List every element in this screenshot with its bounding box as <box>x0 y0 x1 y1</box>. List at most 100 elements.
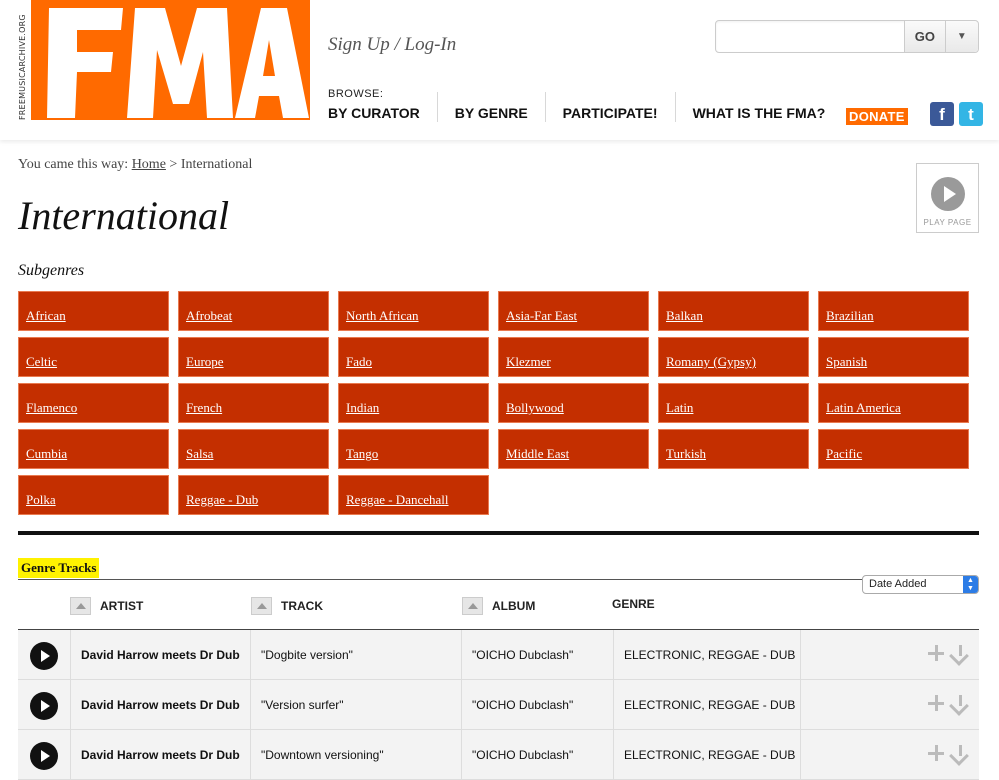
nav-by-curator[interactable]: BY CURATOR <box>328 92 438 122</box>
play-track-icon[interactable] <box>30 742 58 770</box>
subgenre-tile[interactable]: Klezmer <box>498 337 649 377</box>
play-page-button[interactable]: PLAY PAGE <box>916 163 979 233</box>
subgenre-link[interactable]: Bollywood <box>506 400 564 416</box>
subgenre-tile[interactable]: Latin America <box>818 383 969 423</box>
chevron-down-icon: ▼ <box>956 31 967 42</box>
subgenre-link[interactable]: Flamenco <box>26 400 77 416</box>
download-icon[interactable] <box>951 694 969 712</box>
subgenre-tile[interactable]: Afrobeat <box>178 291 329 331</box>
subgenre-tile[interactable]: Polka <box>18 475 169 515</box>
track-genre[interactable]: ELECTRONIC, REGGAE - DUB <box>613 630 800 680</box>
subgenre-tile[interactable]: Indian <box>338 383 489 423</box>
select-arrows-icon: ▲ ▼ <box>963 576 978 593</box>
subgenre-tile[interactable]: Turkish <box>658 429 809 469</box>
track-artist[interactable]: David Harrow meets Dr Dub <box>70 630 250 680</box>
subgenre-link[interactable]: Romany (Gypsy) <box>666 354 756 370</box>
subgenre-tile[interactable]: Latin <box>658 383 809 423</box>
sign-up-link[interactable]: Sign Up <box>328 34 390 55</box>
track-artist[interactable]: David Harrow meets Dr Dub <box>70 730 250 780</box>
log-in-link[interactable]: Log-In <box>405 34 457 55</box>
subgenre-tile[interactable]: Tango <box>338 429 489 469</box>
subgenre-tile[interactable]: French <box>178 383 329 423</box>
subgenre-tile[interactable]: Celtic <box>18 337 169 377</box>
sort-select[interactable]: Date Added ▲ ▼ <box>862 575 979 594</box>
search-dropdown-button[interactable]: ▼ <box>944 21 978 52</box>
sort-artist-button[interactable] <box>70 597 91 615</box>
subgenre-tile[interactable]: Reggae - Dub <box>178 475 329 515</box>
search-input[interactable] <box>716 21 904 52</box>
subgenre-tile[interactable]: Brazilian <box>818 291 969 331</box>
track-genre[interactable]: ELECTRONIC, REGGAE - DUB <box>613 680 800 730</box>
subgenre-tile[interactable]: Cumbia <box>18 429 169 469</box>
subgenre-link[interactable]: Celtic <box>26 354 57 370</box>
track-album[interactable]: "OICHO Dubclash" <box>461 730 613 780</box>
subgenre-tile[interactable]: Salsa <box>178 429 329 469</box>
subgenre-link[interactable]: Asia-Far East <box>506 308 577 324</box>
subgenre-link[interactable]: Brazilian <box>826 308 874 324</box>
subgenre-link[interactable]: African <box>26 308 66 324</box>
subgenre-link[interactable]: Balkan <box>666 308 703 324</box>
fma-logo-graphic <box>47 8 309 118</box>
subgenre-tile[interactable]: Europe <box>178 337 329 377</box>
subgenre-link[interactable]: Cumbia <box>26 446 67 462</box>
auth-links: Sign Up / Log-In <box>328 34 456 56</box>
nav-what-is-fma[interactable]: WHAT IS THE FMA? <box>676 92 843 122</box>
subgenre-link[interactable]: Latin <box>666 400 693 416</box>
tracks-rule <box>18 579 979 580</box>
subgenre-link[interactable]: Klezmer <box>506 354 551 370</box>
subgenre-link[interactable]: Polka <box>26 492 56 508</box>
track-artist[interactable]: David Harrow meets Dr Dub <box>70 680 250 730</box>
subgenre-tile[interactable]: African <box>18 291 169 331</box>
track-title[interactable]: "Downtown versioning" <box>250 730 461 780</box>
track-title[interactable]: "Dogbite version" <box>250 630 461 680</box>
subgenre-tile[interactable]: North African <box>338 291 489 331</box>
subgenre-link[interactable]: Middle East <box>506 446 569 462</box>
subgenre-link[interactable]: Afrobeat <box>186 308 232 324</box>
play-track-icon[interactable] <box>30 692 58 720</box>
fma-logo[interactable] <box>31 0 310 120</box>
facebook-icon[interactable]: f <box>930 102 954 126</box>
subgenre-link[interactable]: Pacific <box>826 446 862 462</box>
play-track-icon[interactable] <box>30 642 58 670</box>
track-album[interactable]: "OICHO Dubclash" <box>461 680 613 730</box>
add-to-playlist-icon[interactable] <box>927 694 945 712</box>
subgenre-link[interactable]: Tango <box>346 446 378 462</box>
sort-album-button[interactable] <box>462 597 483 615</box>
breadcrumb-home-link[interactable]: Home <box>132 157 166 172</box>
subgenre-tile[interactable]: Romany (Gypsy) <box>658 337 809 377</box>
sort-track-button[interactable] <box>251 597 272 615</box>
subgenre-tile[interactable]: Reggae - Dancehall <box>338 475 489 515</box>
nav-by-genre[interactable]: BY GENRE <box>438 92 546 122</box>
download-icon[interactable] <box>951 744 969 762</box>
subgenre-link[interactable]: Turkish <box>666 446 706 462</box>
subgenre-link[interactable]: Reggae - Dub <box>186 492 258 508</box>
add-to-playlist-icon[interactable] <box>927 744 945 762</box>
nav-participate[interactable]: PARTICIPATE! <box>546 92 676 122</box>
subgenre-link[interactable]: Fado <box>346 354 372 370</box>
subgenre-link[interactable]: Latin America <box>826 400 901 416</box>
subgenre-tile[interactable]: Spanish <box>818 337 969 377</box>
track-title[interactable]: "Version surfer" <box>250 680 461 730</box>
subgenre-tile[interactable]: Asia-Far East <box>498 291 649 331</box>
search-go-button[interactable]: GO <box>904 21 945 52</box>
subgenre-link[interactable]: French <box>186 400 222 416</box>
subgenre-link[interactable]: Salsa <box>186 446 213 462</box>
subgenre-tile[interactable]: Fado <box>338 337 489 377</box>
subgenre-tile[interactable]: Flamenco <box>18 383 169 423</box>
subgenre-tile[interactable]: Balkan <box>658 291 809 331</box>
track-album[interactable]: "OICHO Dubclash" <box>461 630 613 680</box>
add-to-playlist-icon[interactable] <box>927 644 945 662</box>
subgenre-tile[interactable]: Middle East <box>498 429 649 469</box>
subgenre-link[interactable]: Reggae - Dancehall <box>346 492 449 508</box>
main-nav: BY CURATOR BY GENRE PARTICIPATE! WHAT IS… <box>328 92 842 122</box>
twitter-icon[interactable]: t <box>959 102 983 126</box>
subgenre-link[interactable]: Indian <box>346 400 379 416</box>
subgenre-tile[interactable]: Pacific <box>818 429 969 469</box>
subgenre-link[interactable]: Spanish <box>826 354 867 370</box>
donate-button[interactable]: DONATE <box>846 108 908 125</box>
track-genre[interactable]: ELECTRONIC, REGGAE - DUB <box>613 730 800 780</box>
subgenre-link[interactable]: Europe <box>186 354 224 370</box>
download-icon[interactable] <box>951 644 969 662</box>
subgenre-link[interactable]: North African <box>346 308 419 324</box>
subgenre-tile[interactable]: Bollywood <box>498 383 649 423</box>
